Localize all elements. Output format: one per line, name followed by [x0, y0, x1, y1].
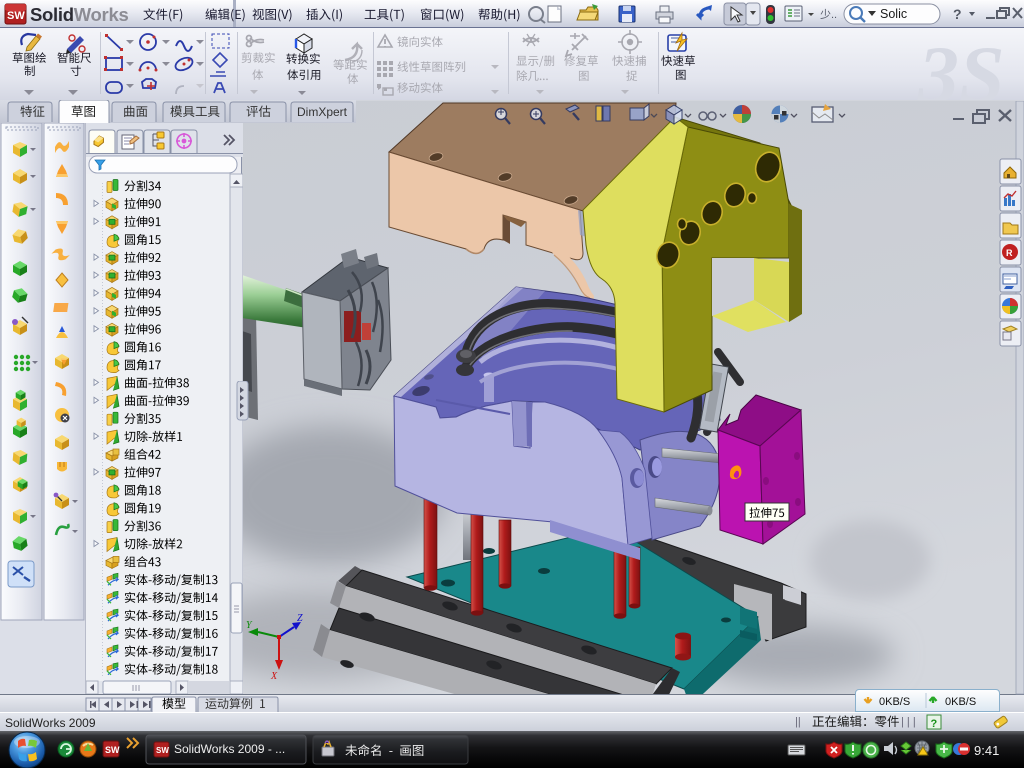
svg-text:R: R: [1006, 248, 1013, 258]
svg-text:Z: Z: [297, 613, 303, 624]
svg-text:SolidWorks: SolidWorks: [30, 4, 128, 25]
svg-text:DimXpert: DimXpert: [297, 105, 348, 119]
svg-text:少..: 少..: [820, 8, 837, 21]
svg-text:9:41: 9:41: [974, 743, 999, 758]
svg-text:X: X: [270, 671, 278, 682]
svg-text:0KB/S: 0KB/S: [879, 696, 910, 708]
svg-text:SW: SW: [156, 746, 169, 755]
svg-text:SW: SW: [105, 745, 120, 755]
svg-text:?: ?: [931, 718, 938, 730]
svg-text:Solic: Solic: [880, 7, 907, 21]
svg-text:3S: 3S: [917, 29, 1005, 100]
svg-text:SW: SW: [7, 10, 25, 22]
svg-text:?: ?: [953, 6, 962, 22]
svg-text:0KB/S: 0KB/S: [945, 696, 976, 708]
